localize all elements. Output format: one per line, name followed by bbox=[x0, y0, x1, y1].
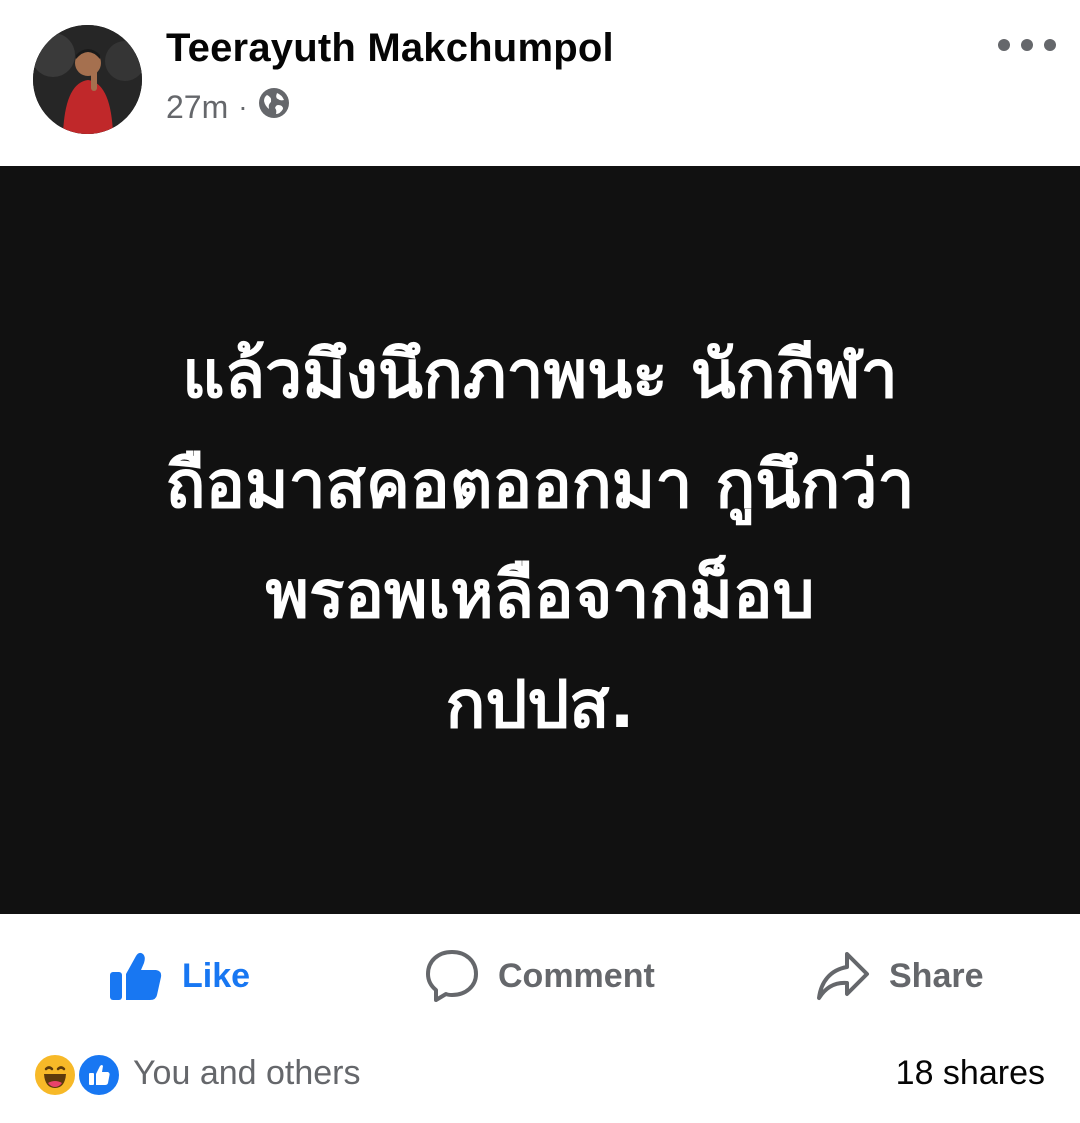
post-footer: You and others 18 shares bbox=[0, 1040, 1080, 1110]
comment-button[interactable]: Comment bbox=[424, 946, 655, 1006]
globe-icon bbox=[258, 87, 290, 127]
comment-label: Comment bbox=[498, 956, 655, 995]
post-image[interactable]: แล้วมึงนึกภาพนะ นักกีฬา ถือมาสคอตออกมา ก… bbox=[0, 166, 1080, 914]
post-image-text: แล้วมึงนึกภาพนะ นักกีฬา ถือมาสคอตออกมา ก… bbox=[165, 336, 915, 743]
comment-icon bbox=[424, 948, 480, 1004]
haha-reaction-icon bbox=[32, 1052, 78, 1098]
shares-count[interactable]: 18 shares bbox=[896, 1054, 1045, 1093]
reaction-icons[interactable] bbox=[32, 1052, 124, 1098]
post-header: Teerayuth Makchumpol 27m · bbox=[0, 0, 1080, 166]
more-dot-icon bbox=[1021, 39, 1033, 51]
thumbs-up-icon bbox=[108, 950, 164, 1002]
reactions-summary[interactable]: You and others bbox=[133, 1054, 361, 1093]
more-options-button[interactable] bbox=[998, 30, 1056, 60]
share-button[interactable]: Share bbox=[815, 946, 984, 1006]
like-reaction-icon bbox=[76, 1052, 122, 1098]
post-time[interactable]: 27m bbox=[166, 89, 228, 126]
author-name[interactable]: Teerayuth Makchumpol bbox=[166, 26, 614, 71]
meta-separator: · bbox=[238, 91, 248, 122]
post-actions-bar: Like Comment Share bbox=[0, 918, 1080, 1034]
more-dot-icon bbox=[998, 39, 1010, 51]
post-meta: 27m · bbox=[166, 86, 290, 128]
avatar[interactable] bbox=[33, 25, 142, 134]
like-label: Like bbox=[182, 956, 251, 995]
share-label: Share bbox=[889, 956, 984, 995]
more-dot-icon bbox=[1044, 39, 1056, 51]
share-icon bbox=[815, 950, 871, 1002]
like-button[interactable]: Like bbox=[108, 946, 250, 1006]
